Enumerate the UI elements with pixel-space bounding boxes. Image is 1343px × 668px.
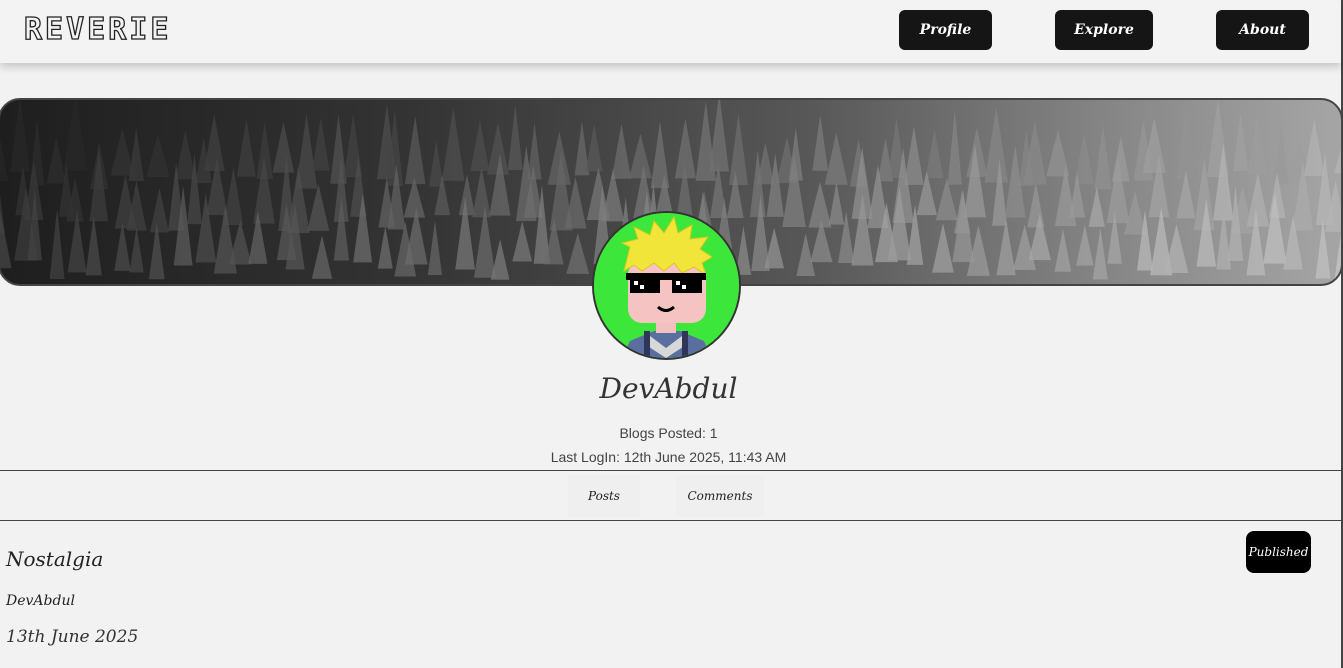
post-title[interactable]: Nostalgia xyxy=(6,547,103,571)
blogs-posted-count: Blogs Posted: 1 xyxy=(619,425,718,441)
profile-page: REVERIE Profile Explore About DevAbdul B… xyxy=(0,0,1343,668)
post-date: 13th June 2025 xyxy=(6,627,139,647)
profile-username: DevAbdul xyxy=(599,372,738,405)
last-login-text: Last LogIn: 12th June 2025, 11:43 AM xyxy=(550,449,787,465)
nav-profile-button[interactable]: Profile xyxy=(899,10,992,50)
profile-avatar[interactable] xyxy=(592,211,741,360)
tab-posts[interactable]: Posts xyxy=(568,475,640,517)
post-author: DevAbdul xyxy=(6,593,75,609)
pixel-sunglasses-avatar-icon xyxy=(594,213,739,358)
status-badge: Published xyxy=(1246,531,1311,573)
profile-tabs: Posts Comments xyxy=(0,470,1341,521)
site-logo[interactable]: REVERIE xyxy=(23,11,171,47)
top-header: REVERIE Profile Explore About xyxy=(0,0,1341,63)
tab-comments[interactable]: Comments xyxy=(676,475,764,517)
nav-about-button[interactable]: About xyxy=(1216,10,1309,50)
nav-explore-button[interactable]: Explore xyxy=(1055,10,1153,50)
